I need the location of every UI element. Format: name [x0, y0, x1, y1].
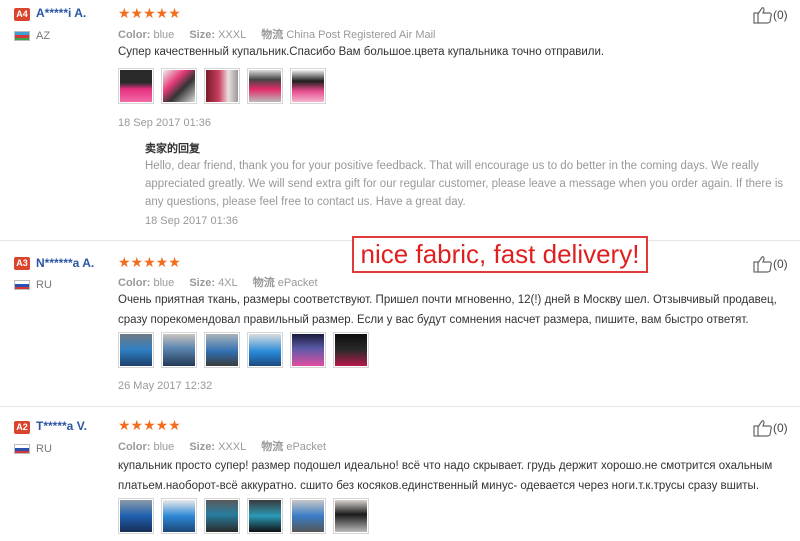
review-photo[interactable]: [247, 332, 283, 368]
shipping-value: China Post Registered Air Mail: [286, 29, 436, 41]
review-3: A2 T*****a V. RU ★★★★★ Color: blue Size:…: [0, 406, 800, 541]
review-1: A4 A*****i A. AZ ★★★★★ Color: blue Size:…: [0, 0, 800, 241]
color-label: Color:: [118, 29, 151, 41]
seller-reply-date: 18 Sep 2017 01:36: [145, 215, 238, 227]
review-photo[interactable]: [118, 332, 154, 368]
order-attributes: Color: blue Size: XXXL 物流 China Post Reg…: [118, 26, 436, 42]
review-photo[interactable]: [333, 332, 369, 368]
color-label: Color:: [118, 441, 151, 453]
shipping-label: 物流: [252, 277, 275, 289]
reviewer-name: N******a A.: [36, 256, 95, 270]
review-photo[interactable]: [290, 332, 326, 368]
review-photo[interactable]: [333, 498, 369, 534]
helpful-button[interactable]: (0): [753, 6, 788, 24]
flag-ru-icon: [14, 444, 30, 454]
order-attributes: Color: blue Size: 4XL 物流 ePacket: [118, 274, 318, 290]
reviewer-country: AZ: [36, 30, 51, 42]
flag-ru-icon: [14, 280, 30, 290]
review-photo[interactable]: [290, 68, 326, 104]
flag-az-icon: [14, 31, 30, 41]
reviewer-name: T*****a V.: [36, 419, 87, 433]
color-value: blue: [153, 441, 175, 453]
review-photo[interactable]: [161, 498, 197, 534]
star-rating: ★★★★★: [118, 5, 181, 21]
helpful-count: (0): [773, 257, 788, 271]
review-photo[interactable]: [204, 68, 240, 104]
review-photo[interactable]: [118, 498, 154, 534]
thumbs-up-icon: [753, 7, 772, 24]
review-photo[interactable]: [247, 68, 283, 104]
color-label: Color:: [118, 277, 151, 289]
helpful-button[interactable]: (0): [753, 255, 788, 273]
review-photo[interactable]: [161, 332, 197, 368]
shipping-value: ePacket: [277, 277, 318, 289]
buyer-level-badge: A2: [14, 421, 30, 434]
star-rating: ★★★★★: [118, 417, 181, 433]
review-photo[interactable]: [161, 68, 197, 104]
color-value: blue: [153, 29, 175, 41]
thumbs-up-icon: [753, 256, 772, 273]
review-photos: [118, 498, 369, 534]
review-photo[interactable]: [118, 68, 154, 104]
review-photo[interactable]: [290, 498, 326, 534]
size-value: 4XL: [218, 277, 238, 289]
review-text: Супер качественный купальник.Спасибо Вам…: [118, 46, 605, 58]
helpful-count: (0): [773, 421, 788, 435]
helpful-count: (0): [773, 8, 788, 22]
buyer-level-badge: A3: [14, 257, 30, 270]
buyer-level-badge: A4: [14, 8, 30, 21]
star-rating: ★★★★★: [118, 254, 181, 270]
thumbs-up-icon: [753, 420, 772, 437]
annotation-callout: nice fabric, fast delivery!: [352, 236, 648, 273]
order-attributes: Color: blue Size: XXXL 物流 ePacket: [118, 438, 326, 454]
size-value: XXXL: [218, 29, 247, 41]
reviewer-name: A*****i A.: [36, 6, 87, 20]
reviewer-country: RU: [36, 279, 52, 291]
helpful-button[interactable]: (0): [753, 419, 788, 437]
review-date: 18 Sep 2017 01:36: [118, 117, 211, 129]
seller-reply-text: Hello, dear friend, thank you for your p…: [145, 160, 784, 208]
review-text: Очень приятная ткань, размеры соответств…: [118, 294, 777, 326]
review-photo[interactable]: [204, 498, 240, 534]
shipping-label: 物流: [261, 29, 284, 41]
review-photo[interactable]: [204, 332, 240, 368]
review-photo[interactable]: [247, 498, 283, 534]
size-label: Size:: [189, 277, 215, 289]
size-label: Size:: [189, 441, 215, 453]
shipping-value: ePacket: [286, 441, 327, 453]
review-photos: [118, 68, 326, 104]
reviewer-country: RU: [36, 443, 52, 455]
review-photos: [118, 332, 369, 368]
size-label: Size:: [189, 29, 215, 41]
review-date: 26 May 2017 12:32: [118, 380, 213, 392]
review-text: купальник просто супер! размер подошел и…: [118, 460, 773, 492]
color-value: blue: [153, 277, 175, 289]
size-value: XXXL: [218, 441, 247, 453]
shipping-label: 物流: [261, 441, 284, 453]
seller-reply-title: 卖家的回复: [145, 143, 200, 155]
